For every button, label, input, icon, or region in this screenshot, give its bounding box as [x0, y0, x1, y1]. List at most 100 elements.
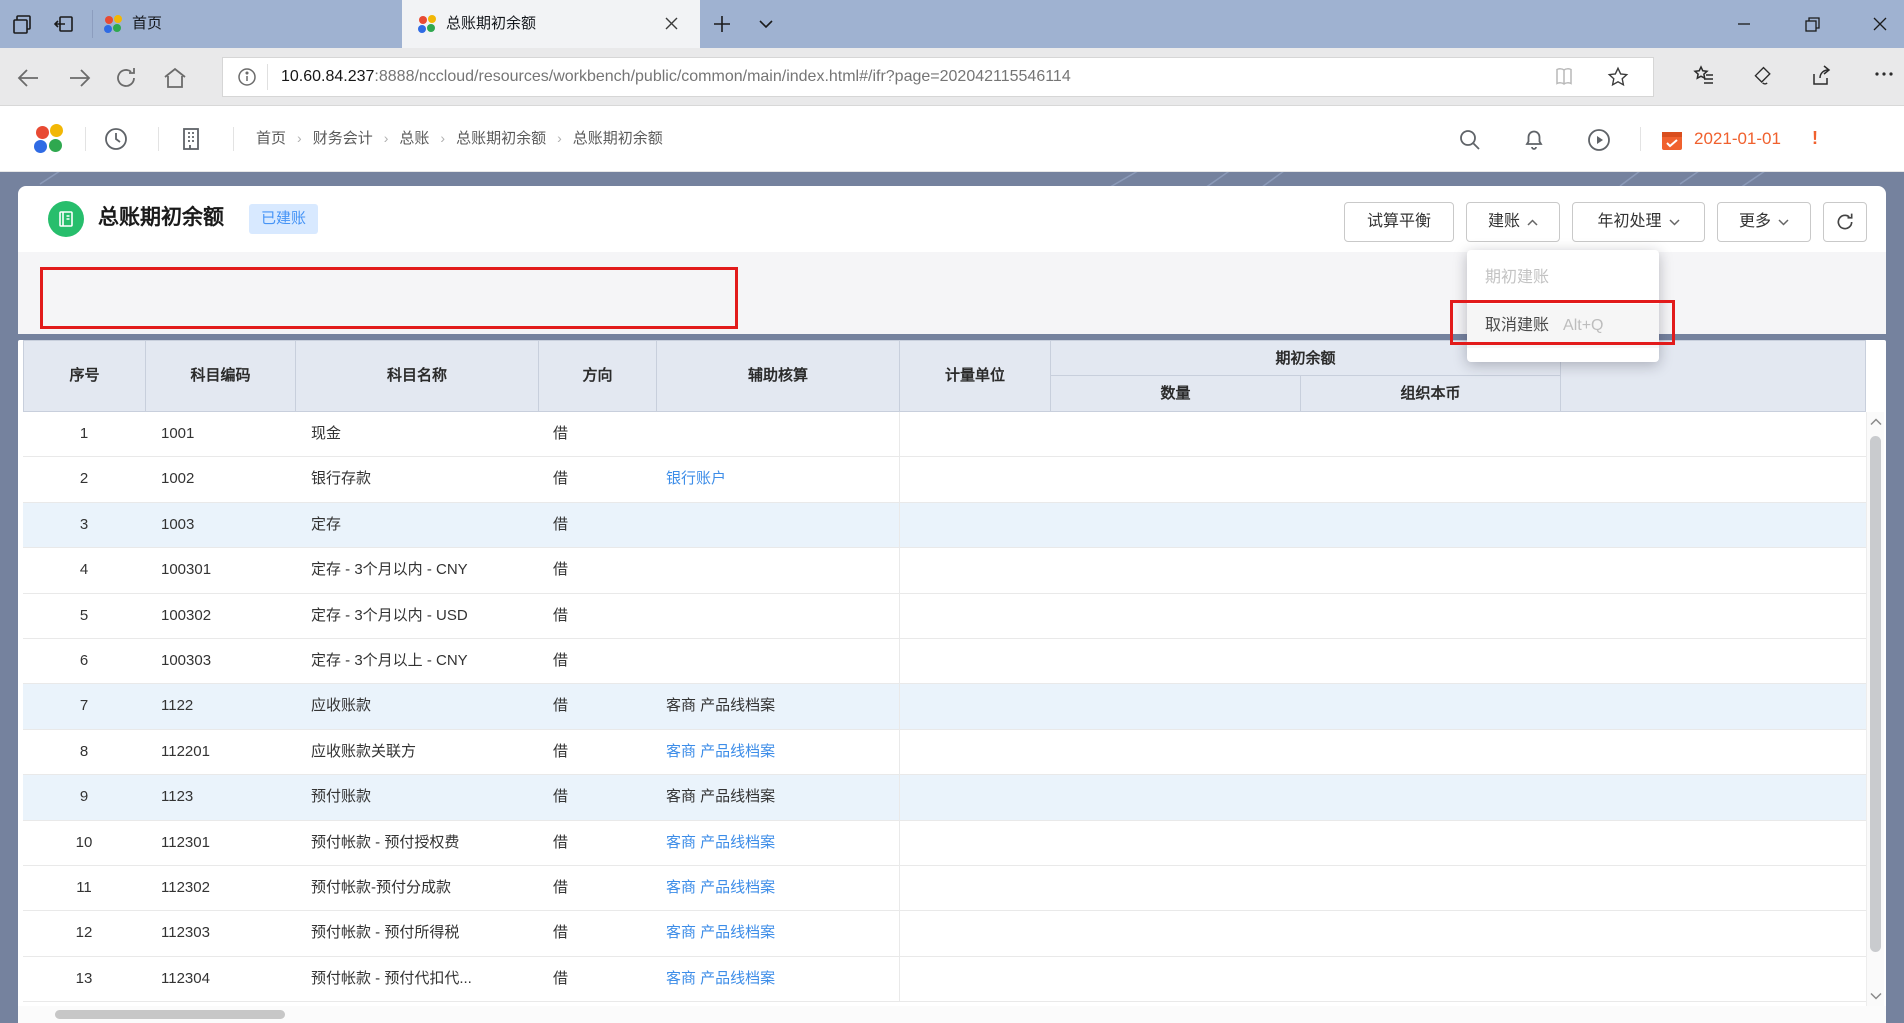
forward-icon[interactable]: [66, 65, 92, 91]
col-header-direction[interactable]: 方向: [539, 341, 657, 411]
aux-link[interactable]: 客商 产品线档案: [666, 924, 775, 941]
scroll-up-icon[interactable]: [1870, 418, 1882, 426]
favorite-star-icon[interactable]: [1607, 66, 1629, 88]
history-clock-icon[interactable]: [103, 126, 129, 152]
refresh-icon[interactable]: [114, 66, 140, 92]
aux-link[interactable]: 客商 产品线档案: [666, 879, 775, 896]
tab-home[interactable]: 首页: [92, 0, 402, 48]
window-restore-button[interactable]: [1788, 0, 1836, 48]
header-divider: [85, 127, 86, 151]
hub-favorites-icon[interactable]: [1692, 64, 1716, 88]
cell-seq: 4: [23, 548, 145, 592]
cell-direction: 借: [538, 957, 656, 1001]
cell-name: 定存 - 3个月以内 - CNY: [295, 548, 538, 592]
breadcrumb-separator: ›: [440, 130, 445, 146]
tab-current[interactable]: 总账期初余额: [402, 0, 700, 48]
url-host: 10.60.84.237: [281, 68, 374, 85]
cell-name: 现金: [295, 412, 538, 456]
url-box[interactable]: 10.60.84.237:8888/nccloud/resources/work…: [222, 57, 1654, 97]
cell-seq: 10: [23, 821, 145, 865]
trial-balance-button[interactable]: 试算平衡: [1344, 202, 1454, 242]
more-button[interactable]: 更多: [1717, 202, 1811, 242]
cell-empty: [1560, 457, 1866, 501]
horizontal-scrollbar[interactable]: [18, 1006, 1886, 1023]
cell-unit: [899, 957, 1050, 1001]
table-row-112304[interactable]: 13112304预付帐款 - 预付代扣代...借客商 产品线档案: [23, 957, 1866, 1002]
table-row-112303[interactable]: 12112303预付帐款 - 预付所得税借客商 产品线档案: [23, 911, 1866, 956]
business-date[interactable]: 2021-01-01: [1694, 106, 1781, 171]
cell-direction: 借: [538, 503, 656, 547]
aux-link[interactable]: 客商 产品线档案: [666, 970, 775, 987]
back-icon[interactable]: [16, 65, 42, 91]
cell-seq: 9: [23, 775, 145, 819]
col-header-quantity[interactable]: 数量: [1051, 376, 1301, 411]
table-row-100302[interactable]: 5100302定存 - 3个月以内 - USD借: [23, 594, 1866, 639]
refresh-button[interactable]: [1823, 202, 1867, 242]
yonyou-logo-icon[interactable]: [34, 124, 64, 154]
col-header-code[interactable]: 科目编码: [146, 341, 296, 411]
col-header-org-currency[interactable]: 组织本币: [1301, 376, 1561, 411]
table-row-112302[interactable]: 11112302预付帐款-预付分成款借客商 产品线档案: [23, 866, 1866, 911]
tab-preview-icon[interactable]: [10, 12, 34, 36]
restore-tabs-icon[interactable]: [52, 12, 76, 36]
new-tab-button[interactable]: [712, 14, 732, 34]
col-header-unit[interactable]: 计量单位: [900, 341, 1051, 411]
cell-quantity: [1050, 730, 1300, 774]
reading-view-icon[interactable]: [1553, 66, 1575, 88]
table-row-1123[interactable]: 91123预付账款借客商 产品线档案: [23, 775, 1866, 820]
breadcrumb-item-4[interactable]: 总账期初余额: [573, 130, 663, 147]
cell-aux: 客商 产品线档案: [656, 821, 899, 865]
aux-link[interactable]: 银行账户: [666, 470, 726, 487]
aux-link[interactable]: 客商 产品线档案: [666, 834, 775, 851]
breadcrumb-separator: ›: [297, 130, 302, 146]
window-minimize-button[interactable]: [1720, 0, 1768, 48]
cell-name: 定存 - 3个月以上 - CNY: [295, 639, 538, 683]
year-start-button[interactable]: 年初处理: [1572, 202, 1705, 242]
tab-list-chevron-icon[interactable]: [758, 19, 774, 29]
table-row-1122[interactable]: 71122应收账款借客商 产品线档案: [23, 684, 1866, 729]
col-header-aux[interactable]: 辅助核算: [657, 341, 900, 411]
cell-direction: 借: [538, 866, 656, 910]
horizontal-scroll-thumb[interactable]: [55, 1010, 285, 1019]
organization-building-icon[interactable]: [178, 126, 204, 152]
table-row-1002[interactable]: 21002银行存款借银行账户: [23, 457, 1866, 502]
cell-org-currency: [1300, 684, 1560, 728]
close-tab-icon[interactable]: [664, 16, 679, 31]
col-header-name[interactable]: 科目名称: [296, 341, 539, 411]
scroll-down-icon[interactable]: [1870, 992, 1882, 1000]
col-header-seq[interactable]: 序号: [24, 341, 146, 411]
annotation-box-cancel: [1450, 300, 1675, 345]
home-icon[interactable]: [162, 65, 188, 91]
cell-seq: 2: [23, 457, 145, 501]
cell-aux: 客商 产品线档案: [656, 730, 899, 774]
table-row-1003[interactable]: 31003定存借: [23, 503, 1866, 548]
table-row-100303[interactable]: 6100303定存 - 3个月以上 - CNY借: [23, 639, 1866, 684]
share-icon[interactable]: [1810, 64, 1834, 88]
annotate-pen-icon[interactable]: [1750, 64, 1774, 88]
cell-unit: [899, 503, 1050, 547]
vertical-scrollbar[interactable]: [1866, 412, 1884, 1006]
window-close-button[interactable]: [1856, 0, 1904, 48]
table-row-1001[interactable]: 11001现金借: [23, 412, 1866, 457]
table-row-112201[interactable]: 8112201应收账款关联方借客商 产品线档案: [23, 730, 1866, 775]
vertical-scroll-thumb[interactable]: [1870, 436, 1881, 952]
breadcrumb-item-3[interactable]: 总账期初余额: [456, 130, 546, 147]
breadcrumb-item-2[interactable]: 总账: [399, 130, 429, 147]
table-panel: 序号 科目编码 科目名称 方向 辅助核算 计量单位 期初余额 数量 组织本币 1…: [18, 340, 1886, 1023]
table-row-100301[interactable]: 4100301定存 - 3个月以内 - CNY借: [23, 548, 1866, 593]
cell-quantity: [1050, 412, 1300, 456]
breadcrumb-item-1[interactable]: 财务会计: [313, 130, 373, 147]
cell-empty: [1560, 503, 1866, 547]
breadcrumb-item-0[interactable]: 首页: [256, 130, 286, 147]
table-row-112301[interactable]: 10112301预付帐款 - 预付授权费借客商 产品线档案: [23, 821, 1866, 866]
menu-item-initial-build[interactable]: 期初建账: [1467, 258, 1659, 298]
notification-bell-icon[interactable]: [1522, 127, 1548, 153]
build-ledger-button[interactable]: 建账: [1466, 202, 1560, 242]
search-icon[interactable]: [1458, 128, 1484, 154]
play-circle-icon[interactable]: [1586, 127, 1612, 153]
cell-empty: [1560, 639, 1866, 683]
cell-aux: [656, 503, 899, 547]
more-options-icon[interactable]: [1872, 62, 1896, 86]
info-icon[interactable]: [237, 67, 257, 87]
aux-link[interactable]: 客商 产品线档案: [666, 743, 775, 760]
